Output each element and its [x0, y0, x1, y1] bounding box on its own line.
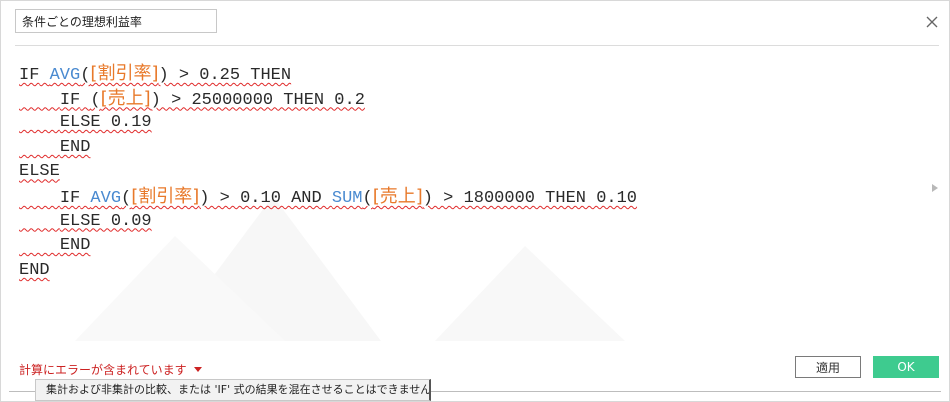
keyword-token: (: [362, 188, 373, 208]
keyword-token: ELSE: [19, 162, 60, 182]
scroll-right-icon[interactable]: [931, 183, 939, 193]
code-line: ELSE 0.19: [19, 111, 637, 136]
keyword-token: ELSE 0.09: [59, 211, 152, 231]
field-token: [割引率]: [131, 185, 200, 207]
keyword-token: ELSE 0.19: [59, 113, 152, 133]
calculation-editor-dialog: IF AVG([割引率]) > 0.25 THEN IF ([売上]) > 25…: [0, 0, 950, 402]
code-line: IF AVG([割引率]) > 0.25 THEN: [19, 62, 637, 87]
code-line: END: [19, 136, 637, 161]
caret-down-icon: [193, 367, 202, 372]
close-button[interactable]: [923, 13, 941, 31]
code-line: IF ([売上]) > 25000000 THEN 0.2: [19, 87, 637, 112]
code-line: ELSE: [19, 160, 637, 185]
code-line: END: [19, 259, 637, 284]
keyword-token: ) > 1800000 THEN 0.10: [422, 188, 638, 208]
keyword-token: END: [59, 236, 91, 256]
keyword-token: (: [80, 66, 91, 85]
close-icon: [926, 16, 938, 28]
ok-button[interactable]: OK: [873, 356, 939, 378]
field-token: [売上]: [100, 87, 151, 109]
keyword-token: IF: [19, 66, 40, 85]
function-token: AVG: [90, 188, 122, 208]
keyword-token: ) > 0.10 AND: [199, 188, 332, 208]
keyword-token: IF: [59, 188, 81, 208]
code-line: IF AVG([割引率]) > 0.10 AND SUM([売上]) > 180…: [19, 185, 637, 210]
code-line: END: [19, 234, 637, 259]
function-token: SUM: [331, 188, 363, 208]
error-tooltip: 集計および非集計の比較、または 'IF' 式の結果を混在させることはできません: [35, 379, 431, 401]
error-status-toggle[interactable]: 計算にエラーが含まれています: [19, 361, 202, 378]
field-token: [売上]: [372, 185, 423, 207]
error-status-label: 計算にエラーが含まれています: [19, 363, 187, 377]
keyword-token: ) > 0.25 THEN: [158, 66, 292, 85]
keyword-token: END: [59, 137, 91, 157]
keyword-token: (: [90, 90, 101, 110]
keyword-token: IF: [59, 90, 81, 110]
formula-code: IF AVG([割引率]) > 0.25 THEN IF ([売上]) > 25…: [19, 62, 637, 283]
keyword-token: END: [19, 260, 50, 280]
code-line: ELSE 0.09: [19, 210, 637, 235]
keyword-token: ) > 25000000 THEN 0.2: [150, 90, 365, 110]
calculation-name-input[interactable]: [15, 9, 217, 33]
field-token: [割引率]: [90, 63, 159, 84]
apply-button[interactable]: 適用: [795, 356, 861, 378]
keyword-token: (: [121, 188, 132, 208]
function-token: AVG: [49, 66, 81, 85]
formula-editor[interactable]: IF AVG([割引率]) > 0.25 THEN IF ([売上]) > 25…: [15, 46, 939, 341]
